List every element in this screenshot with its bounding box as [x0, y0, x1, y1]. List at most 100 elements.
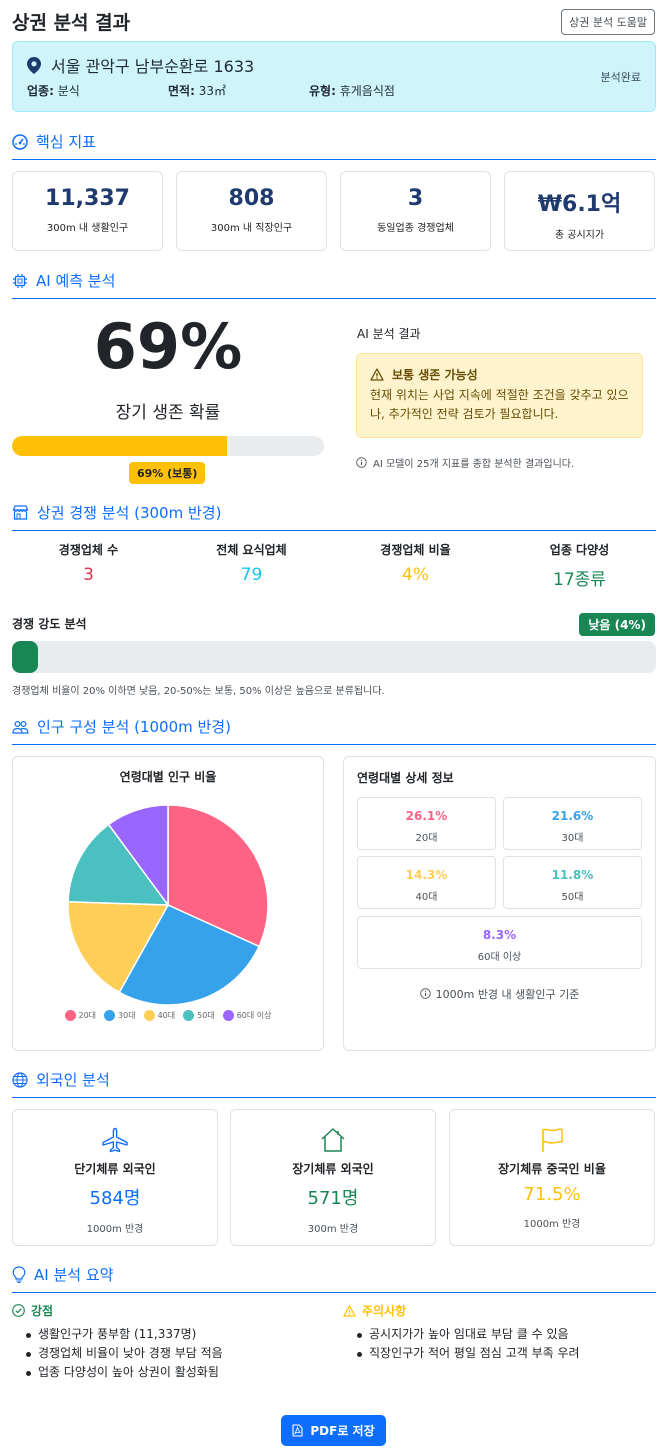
age-note-text: 1000m 반경 내 생활인구 기준 — [435, 988, 580, 1001]
ai-note: AI 모델이 25개 지표를 종합 분석한 결과입니다. — [356, 455, 574, 470]
help-button[interactable]: 상권 분석 도움말 — [561, 9, 655, 35]
age-box-50s: 11.8% 50대 — [503, 856, 642, 909]
legend-item: 30대 — [104, 1010, 136, 1021]
kpi-label: 동일업종 경쟁업체 — [377, 223, 454, 234]
address-line: 서울 관악구 남부순환로 1633 — [27, 53, 254, 77]
cautions-list: 공시지가가 높아 임대료 부담 클 수 있음 직장인구가 적어 평일 점심 고객… — [355, 1325, 580, 1363]
area-info: 면적: 33㎡ — [168, 84, 226, 98]
ai-section-header: AI 예측 분석 — [12, 270, 656, 299]
info-icon — [419, 988, 431, 999]
intensity-note: 경쟁업체 비율이 20% 이하면 낮음, 20-50%는 보통, 50% 이상은… — [12, 686, 385, 697]
age-pct: 8.3% — [482, 928, 517, 942]
kpi-value: ₩6.1억 — [537, 192, 622, 217]
intensity-label: 경쟁 강도 분석 — [12, 617, 87, 631]
cautions-title: 주의사항 — [362, 1304, 407, 1318]
stat-restaurants: 전체 요식업체 79 — [171, 541, 332, 585]
type-info: 유형: 휴게음식점 — [309, 84, 395, 98]
age-label: 50대 — [561, 892, 584, 903]
warning-triangle-icon — [343, 1304, 356, 1317]
survival-progress-fill — [12, 436, 228, 456]
survival-percent: 69% — [93, 310, 243, 383]
address-text: 서울 관악구 남부순환로 1633 — [51, 57, 255, 76]
age-box-20s: 26.1% 20대 — [357, 797, 496, 850]
stat-label: 경쟁업체 수 — [58, 543, 119, 557]
warning-text: 현재 위치는 사업 지속에 적절한 조건을 갖추고 있으나, 추가적인 전략 검… — [370, 388, 629, 421]
foreigner-label: 장기체류 중국인 비율 — [498, 1162, 606, 1176]
kpi-card-workers: 808 300m 내 직장인구 — [176, 171, 327, 251]
cpu-icon — [13, 273, 27, 288]
info-icon — [356, 457, 367, 468]
strengths-title: 강점 — [31, 1304, 54, 1318]
foreigner-sub: 1000m 반경 — [523, 1219, 581, 1230]
population-section-header: 인구 구성 분석 (1000m 반경) — [12, 716, 656, 745]
stat-value: 4% — [402, 565, 429, 585]
people-icon — [12, 720, 29, 734]
address-box: 서울 관악구 남부순환로 1633 업종: 분식 면적: 33㎡ 유형: 휴게음… — [12, 41, 656, 112]
survival-label: 장기 생존 확률 — [115, 403, 221, 423]
pdf-save-label: PDF로 저장 — [310, 1424, 375, 1438]
age-label: 30대 — [561, 833, 584, 844]
survival-badge: 69% (보통) — [129, 462, 206, 484]
intensity-progress-bar — [12, 641, 656, 673]
population-section-title: 인구 구성 분석 (1000m 반경) — [37, 718, 231, 736]
competition-section-title: 상권 경쟁 분석 (300m 반경) — [37, 504, 222, 522]
warning-alert: 보통 생존 가능성 현재 위치는 사업 지속에 적절한 조건을 갖추고 있으나,… — [356, 353, 643, 438]
age-box-60s: 8.3% 60대 이상 — [357, 916, 642, 969]
foreigner-card-long-term: 장기체류 외국인 571명 300m 반경 — [230, 1109, 436, 1246]
age-label: 20대 — [415, 833, 438, 844]
stat-value: 17종류 — [553, 570, 606, 590]
age-pct: 26.1% — [405, 809, 448, 823]
kpi-section-header: 핵심 지표 — [12, 131, 656, 160]
legend-item: 50대 — [183, 1010, 215, 1021]
check-circle-icon — [12, 1304, 25, 1317]
legend-label: 60대 이상 — [236, 1011, 272, 1020]
kpi-card-land-price: ₩6.1억 총 공시지가 — [504, 171, 655, 251]
age-label: 40대 — [415, 892, 438, 903]
age-detail-title: 연령대별 상세 정보 — [357, 771, 454, 785]
shop-icon — [12, 505, 29, 520]
kpi-card-population: 11,337 300m 내 생활인구 — [12, 171, 163, 251]
kpi-label: 총 공시지가 — [554, 230, 605, 241]
age-pct: 21.6% — [551, 809, 594, 823]
speedometer-icon — [12, 133, 28, 150]
age-pie-chart — [68, 805, 268, 1005]
age-pct: 14.3% — [405, 868, 448, 882]
kpi-card-competitors: 3 동일업종 경쟁업체 — [340, 171, 491, 251]
list-item: 직장인구가 적어 평일 점심 고객 부족 우려 — [355, 1344, 580, 1363]
foreigner-sub: 300m 반경 — [307, 1224, 359, 1235]
chart-title: 연령대별 인구 비율 — [119, 770, 217, 784]
stat-diversity: 업종 다양성 17종류 — [499, 541, 660, 590]
house-icon — [321, 1128, 345, 1152]
summary-section-header: AI 분석 요약 — [12, 1264, 656, 1293]
stat-label: 경쟁업체 비율 — [380, 543, 451, 557]
warning-heading: 보통 생존 가능성 — [370, 366, 629, 383]
map-pin-icon — [27, 56, 41, 74]
warning-title: 보통 생존 가능성 — [392, 368, 478, 382]
age-box-30s: 21.6% 30대 — [503, 797, 642, 850]
competition-section-header: 상권 경쟁 분석 (300m 반경) — [12, 502, 656, 531]
foreigner-label: 단기체류 외국인 — [74, 1162, 156, 1176]
stat-competitor-ratio: 경쟁업체 비율 4% — [335, 541, 496, 585]
pdf-save-button[interactable]: PDF로 저장 — [281, 1415, 386, 1446]
foreigner-value: 584명 — [89, 1188, 141, 1209]
legend-label: 40대 — [157, 1011, 176, 1020]
kpi-value: 3 — [407, 186, 424, 211]
foreigner-sub: 1000m 반경 — [86, 1224, 144, 1235]
list-item: 공시지가가 높아 임대료 부담 클 수 있음 — [355, 1325, 580, 1344]
stat-label: 업종 다양성 — [549, 543, 610, 557]
kpi-label: 300m 내 생활인구 — [46, 223, 129, 234]
legend-label: 30대 — [118, 1011, 136, 1020]
foreigner-card-short-term: 단기체류 외국인 584명 1000m 반경 — [12, 1109, 218, 1246]
summary-section-title: AI 분석 요약 — [34, 1266, 114, 1284]
legend-item: 60대 이상 — [222, 1010, 272, 1021]
stat-label: 전체 요식업체 — [216, 543, 287, 557]
age-label: 60대 이상 — [477, 952, 522, 963]
ai-note-text: AI 모델이 25개 지표를 종합 분석한 결과입니다. — [373, 459, 575, 470]
stat-competitors: 경쟁업체 수 3 — [8, 541, 169, 585]
strengths-heading: 강점 — [12, 1302, 53, 1319]
ai-result-title: AI 분석 결과 — [357, 327, 421, 341]
foreigner-value: 71.5% — [523, 1184, 581, 1205]
strengths-list: 생활인구가 풍부함 (11,337명) 경쟁업체 비율이 낮아 경쟁 부담 적음… — [24, 1325, 223, 1382]
lightbulb-icon — [12, 1266, 26, 1283]
foreigner-label: 장기체류 외국인 — [292, 1162, 374, 1176]
